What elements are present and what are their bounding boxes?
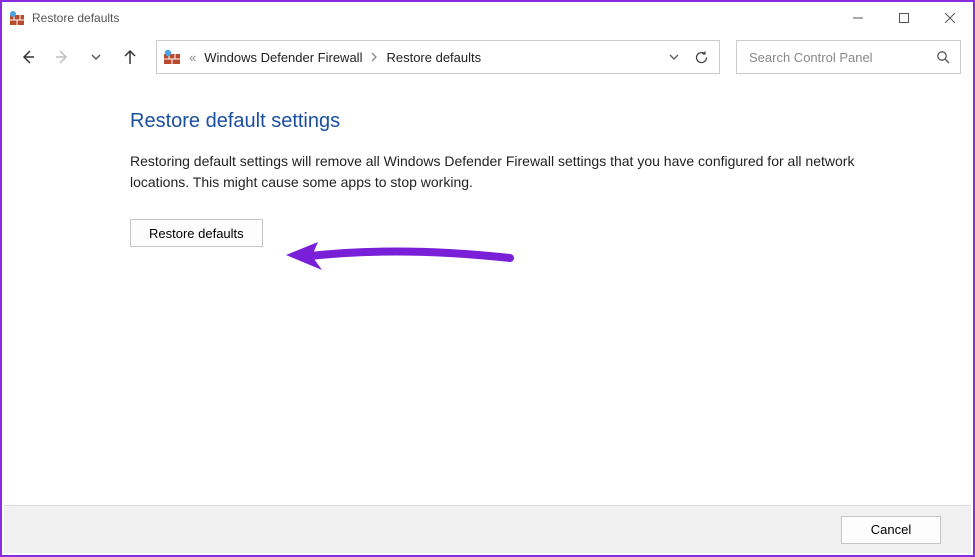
page-description: Restoring default settings will remove a… — [130, 151, 880, 193]
firewall-icon — [163, 49, 181, 65]
firewall-app-icon — [8, 9, 26, 27]
minimize-button[interactable] — [835, 3, 881, 33]
address-dropdown-icon[interactable] — [668, 51, 680, 63]
breadcrumb-firewall[interactable]: Windows Defender Firewall — [204, 50, 362, 65]
chevron-left-icon: « — [189, 50, 196, 65]
forward-button[interactable] — [48, 43, 76, 71]
maximize-button[interactable] — [881, 3, 927, 33]
toolbar: « Windows Defender Firewall Restore defa… — [2, 34, 973, 80]
search-icon[interactable] — [936, 50, 950, 64]
footer: Cancel — [4, 505, 971, 553]
main-content: Restore default settings Restoring defau… — [2, 80, 973, 247]
search-input[interactable] — [747, 49, 936, 66]
close-button[interactable] — [927, 3, 973, 33]
window-title: Restore defaults — [32, 11, 119, 25]
page-heading: Restore default settings — [130, 110, 913, 133]
restore-defaults-button[interactable]: Restore defaults — [130, 219, 263, 247]
refresh-button[interactable] — [694, 50, 709, 65]
cancel-button[interactable]: Cancel — [841, 516, 941, 544]
search-box[interactable] — [736, 40, 961, 74]
up-button[interactable] — [116, 43, 144, 71]
recent-locations-dropdown[interactable] — [82, 43, 110, 71]
breadcrumb-restore[interactable]: Restore defaults — [386, 50, 481, 65]
titlebar: Restore defaults — [2, 2, 973, 34]
chevron-right-icon — [370, 52, 378, 62]
back-button[interactable] — [14, 43, 42, 71]
address-bar[interactable]: « Windows Defender Firewall Restore defa… — [156, 40, 720, 74]
